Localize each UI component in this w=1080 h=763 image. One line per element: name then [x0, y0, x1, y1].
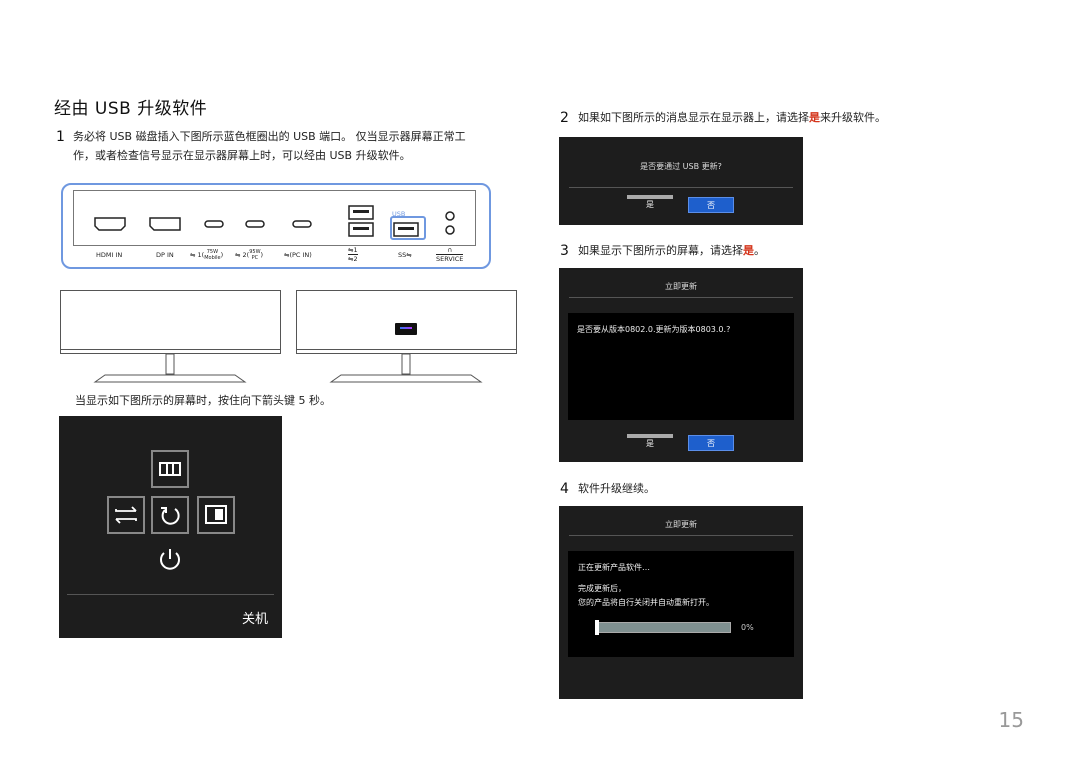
pc-in-text: (PC IN) [289, 251, 312, 259]
step-1-number: 1 [56, 129, 65, 145]
section-title: 经由 USB 升级软件 [54, 99, 208, 119]
usbc-port-1-icon [204, 220, 224, 228]
monitor-bezel [60, 349, 281, 350]
dialog-title: 立即更新 [665, 520, 697, 529]
progress-label: 0% [741, 623, 754, 632]
step-1-line2: 作，或者检查信号显示在显示器屏幕上时，可以经由 USB 升级软件。 [73, 149, 411, 162]
no-button[interactable]: 否 [688, 435, 734, 451]
step-3-highlight: 是 [743, 244, 754, 257]
dialog-content-area: 是否要从版本0802.0.更新为版本0803.0.? [568, 313, 794, 420]
progress-line3: 您的产品将自行关闭并自动重新打开。 [578, 598, 714, 607]
usbc-1-label: ⇋ 1(75W Mobile) [190, 249, 224, 261]
return-button[interactable] [151, 496, 189, 534]
usb-port-highlight-box [390, 216, 426, 240]
dialog-content-area: 正在更新产品软件… 完成更新后， 您的产品将自行关闭并自动重新打开。 0% [568, 551, 794, 657]
osd-divider [67, 594, 274, 595]
step-3-text: 如果显示下图所示的屏幕，请选择是。 [578, 241, 765, 260]
monitor-blank-illustration [60, 290, 281, 354]
monitor-stand-1 [93, 354, 247, 383]
usb-highlight-label: USB [392, 210, 406, 218]
monitor-logo-icon [395, 323, 417, 335]
usb-update-dialog: 是否要通过 USB 更新? 是 否 [559, 137, 803, 225]
usb-symbol-icon: ⇋ [235, 251, 241, 259]
refresh-icon [161, 507, 180, 525]
step-2-highlight: 是 [809, 111, 820, 124]
usb-stack-label: ⇋1 ⇋2 [348, 246, 358, 263]
dialog-divider [569, 187, 793, 188]
usbc-2-prefix: 2( [242, 251, 250, 259]
usbc-2-mode: PC [251, 255, 259, 261]
step-3-text-before: 如果显示下图所示的屏幕，请选择 [578, 244, 743, 257]
dialog-divider [569, 535, 793, 536]
source-button[interactable] [107, 496, 145, 534]
step-4-text: 软件升级继续。 [578, 482, 655, 495]
power-icon[interactable] [155, 544, 185, 574]
step-2-text: 如果如下图所示的消息显示在显示器上，请选择是来升级软件。 [578, 108, 886, 127]
usb-symbol-icon: ⇋ [190, 251, 196, 259]
hdmi-label: HDMI IN [96, 251, 123, 259]
dialog-divider [569, 297, 793, 298]
instruction-text: 当显示如下图所示的屏幕时，按住向下箭头键 5 秒。 [75, 394, 331, 407]
progress-bar [595, 622, 731, 633]
usbc-port-2-icon [245, 220, 265, 228]
dp-label: DP IN [156, 251, 174, 259]
usbc-2-label: ⇋ 2(95W PC) [235, 249, 264, 261]
monitor-stand-2 [329, 354, 483, 383]
usb-2-label: 2 [353, 255, 358, 263]
dialog-question: 是否要通过 USB 更新? [640, 162, 722, 171]
service-port-2-icon [445, 225, 455, 235]
picture-mode-icon [205, 505, 227, 524]
usbc-1-prefix: 1( [197, 251, 205, 259]
step-2-text-before: 如果如下图所示的消息显示在显示器上，请选择 [578, 111, 809, 124]
pc-in-label: ⇋(PC IN) [284, 251, 312, 259]
usb-1-label: 1 [353, 246, 358, 254]
no-button[interactable]: 否 [688, 197, 734, 213]
step-2-text-after: 来升级软件。 [820, 111, 886, 124]
usbc-1-mode: Mobile [204, 255, 221, 261]
usbc-port-3-icon [292, 220, 312, 228]
page-number: 15 [998, 708, 1024, 732]
headphone-icon: ∩ [447, 246, 453, 254]
menu-icon [159, 462, 181, 476]
yes-button[interactable]: 是 [627, 195, 673, 211]
progress-bar-handle [595, 620, 599, 635]
version-update-dialog: 立即更新 是否要从版本0802.0.更新为版本0803.0.? 是 否 [559, 268, 803, 462]
menu-button[interactable] [151, 450, 189, 488]
monitor-bezel [296, 349, 517, 350]
dialog-title: 立即更新 [665, 282, 697, 291]
update-progress-dialog: 立即更新 正在更新产品软件… 完成更新后， 您的产品将自行关闭并自动重新打开。 … [559, 506, 803, 699]
power-off-label: 关机 [241, 612, 268, 627]
source-switch-icon [115, 506, 137, 524]
usb-ss-label: SS⇋ [398, 251, 412, 259]
service-label: SERVICE [436, 254, 464, 263]
service-label-group: ∩ SERVICE [436, 246, 464, 263]
dialog-question: 是否要从版本0802.0.更新为版本0803.0.? [577, 325, 731, 334]
yes-button[interactable]: 是 [627, 434, 673, 450]
step-1-text: 务必将 USB 磁盘插入下图所示蓝色框圈出的 USB 端口。 仅当显示器屏幕正常… [73, 127, 466, 165]
step-3-text-after: 。 [754, 244, 765, 257]
progress-line2: 完成更新后， [578, 584, 626, 593]
hdmi-port-icon [94, 217, 126, 231]
progress-line1: 正在更新产品软件… [578, 563, 650, 572]
osd-panel: 关机 [59, 416, 282, 638]
step-1-line1: 务必将 USB 磁盘插入下图所示蓝色框圈出的 USB 端口。 仅当显示器屏幕正常… [73, 130, 466, 143]
step-4-number: 4 [560, 481, 569, 497]
step-2-number: 2 [560, 110, 569, 126]
monitor-logo-illustration [296, 290, 517, 354]
usb-superspeed-icon: SS⇋ [398, 251, 412, 259]
dp-port-icon [149, 217, 181, 231]
step-3-number: 3 [560, 243, 569, 259]
pip-button[interactable] [197, 496, 235, 534]
service-port-1-icon [445, 211, 455, 221]
